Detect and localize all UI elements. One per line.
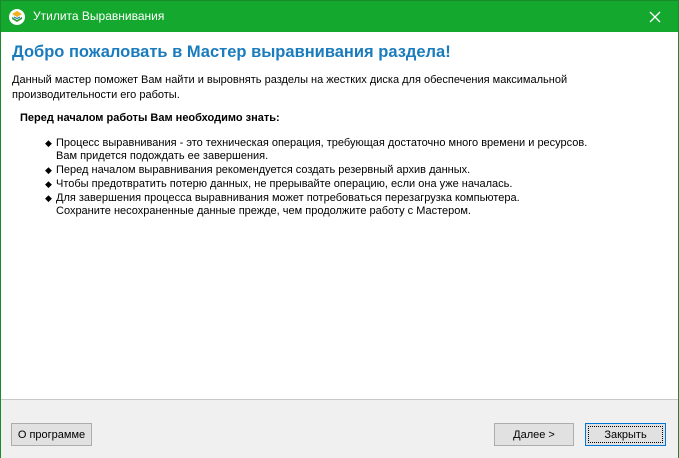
content-area: Добро пожаловать в Мастер выравнивания р… <box>1 32 678 399</box>
intro-text: Данный мастер поможет Вам найти и выровн… <box>12 74 568 101</box>
wizard-window: Утилита Выравнивания Добро пожаловать в … <box>0 0 679 458</box>
page-title: Добро пожаловать в Мастер выравнивания р… <box>12 43 451 61</box>
list-item-line: Для завершения процесса выравнивания мож… <box>56 192 520 204</box>
close-icon <box>649 11 661 22</box>
subheading: Перед началом работы Вам необходимо знат… <box>20 112 280 124</box>
about-button[interactable]: О программе <box>11 423 92 446</box>
bullet-icon: ◆ <box>45 179 52 189</box>
title-bar[interactable]: Утилита Выравнивания <box>1 1 678 32</box>
list-item-line: Процесс выравнивания - это техническая о… <box>56 137 588 149</box>
list-item: ◆ Перед началом выравнивания рекомендует… <box>43 164 643 177</box>
list-item: ◆ Процесс выравнивания - это техническая… <box>43 137 643 163</box>
list-item-line: Перед началом выравнивания рекомендуется… <box>56 164 471 176</box>
list-item: ◆ Для завершения процесса выравнивания м… <box>43 192 643 218</box>
list-item-line: Сохраните несохраненные данные прежде, ч… <box>56 205 471 217</box>
bullet-icon: ◆ <box>45 138 52 148</box>
app-logo-icon <box>9 9 25 25</box>
next-button[interactable]: Далее > <box>494 423 574 446</box>
window-title: Утилита Выравнивания <box>33 9 165 23</box>
close-button-label: Закрыть <box>604 428 647 441</box>
button-bar: О программе Далее > Закрыть <box>1 399 678 458</box>
bullet-icon: ◆ <box>45 193 52 203</box>
list-item-line: Чтобы предотвратить потерю данных, не пр… <box>56 178 513 190</box>
list-item-line: Вам придется подождать ее завершения. <box>56 150 269 162</box>
about-button-label: О программе <box>17 428 86 441</box>
bullet-icon: ◆ <box>45 165 52 175</box>
close-button[interactable]: Закрыть <box>585 423 666 446</box>
next-button-label: Далее > <box>513 428 555 441</box>
close-window-button[interactable] <box>632 1 678 32</box>
list-item: ◆ Чтобы предотвратить потерю данных, не … <box>43 178 643 191</box>
notes-list: ◆ Процесс выравнивания - это техническая… <box>43 137 643 219</box>
